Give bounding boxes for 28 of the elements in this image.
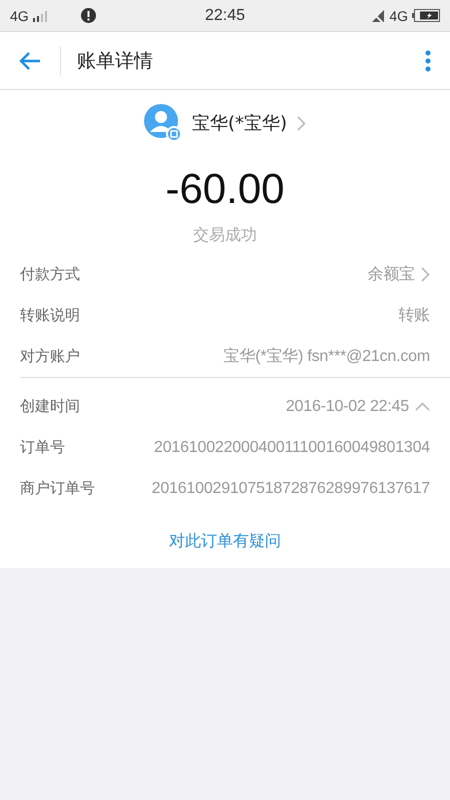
more-icon — [425, 50, 431, 72]
field-label: 付款方式 — [20, 265, 81, 284]
page-title: 账单详情 — [77, 48, 154, 74]
field-label: 对方账户 — [20, 347, 81, 366]
chevron-right-icon[interactable] — [421, 267, 430, 282]
clock: 22:45 — [204, 6, 246, 24]
network-label: 4G — [10, 8, 29, 24]
battery-icon — [412, 9, 440, 22]
payee-button[interactable]: 宝华(*宝华) — [0, 90, 450, 143]
chevron-right-icon — [297, 116, 306, 130]
field-value: 20161002200040011100160049801304 — [153, 438, 430, 456]
field-label: 商户订单号 — [20, 479, 96, 498]
alert-icon — [80, 8, 96, 23]
muted-signal-icon — [371, 8, 386, 22]
field-label: 创建时间 — [20, 397, 81, 416]
field-value: 2016-10-02 22:45 — [284, 398, 409, 416]
field-value: 转账 — [397, 306, 430, 326]
chevron-up-icon[interactable] — [415, 402, 430, 412]
transaction-status: 交易成功 — [192, 225, 258, 246]
field-value: 20161002910751872876289976137617 — [150, 480, 430, 498]
field-label: 订单号 — [20, 438, 66, 457]
avatar-icon — [144, 104, 182, 142]
field-label: 转账说明 — [20, 306, 81, 325]
network-label: 4G — [389, 8, 408, 24]
amount: -60.00 — [164, 165, 286, 213]
back-arrow-icon — [19, 52, 41, 70]
field-value: 余额宝 — [366, 264, 415, 285]
field-value: 宝华(*宝华) fsn***@21cn.com — [222, 346, 430, 367]
